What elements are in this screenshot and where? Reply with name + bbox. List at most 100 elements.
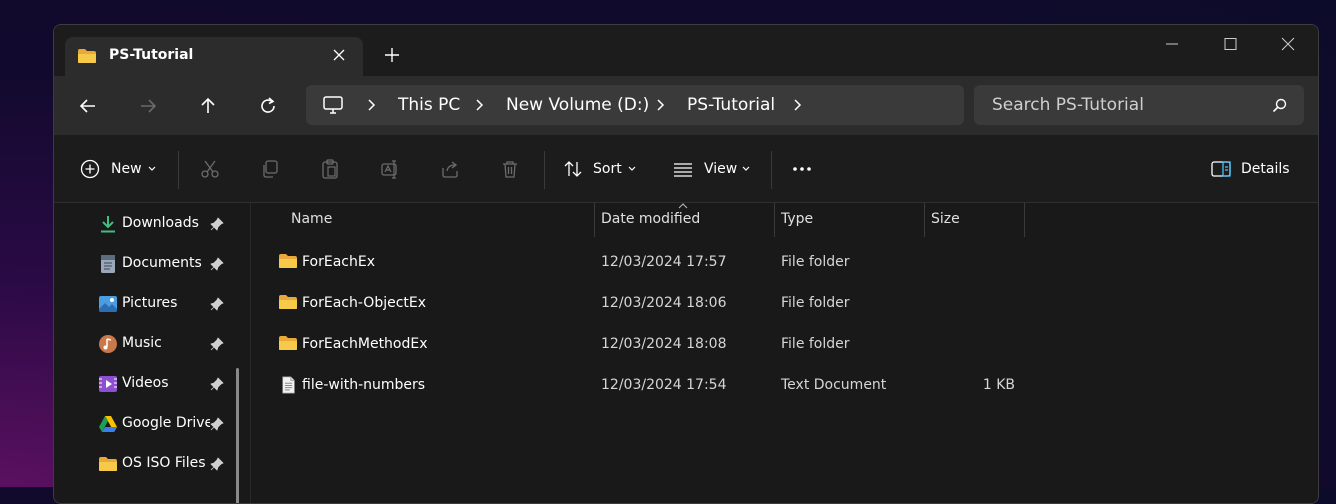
file-date: 12/03/2024 17:54: [601, 377, 727, 393]
toolbar-divider: [544, 151, 545, 189]
view-button[interactable]: View: [704, 161, 737, 177]
column-header-name[interactable]: Name: [291, 211, 332, 227]
pin-icon[interactable]: [210, 217, 224, 231]
sidebar-scrollbar[interactable]: [236, 368, 239, 503]
sidebar-item-label: OS ISO Files: [122, 455, 206, 471]
file-row[interactable]: file-with-numbers 12/03/2024 17:54 Text …: [268, 366, 1028, 404]
more-options-icon[interactable]: [792, 159, 812, 179]
tab-title: PS-Tutorial: [109, 47, 194, 63]
file-type: File folder: [781, 295, 850, 311]
column-divider[interactable]: [594, 203, 595, 237]
breadcrumb-this-pc[interactable]: This PC: [398, 95, 460, 115]
sidebar-item-label: Google Drive: [122, 415, 210, 431]
column-header-type[interactable]: Type: [781, 211, 813, 227]
maximize-icon[interactable]: [1222, 37, 1238, 51]
column-divider[interactable]: [924, 203, 925, 237]
pin-icon[interactable]: [210, 377, 224, 391]
toolbar-divider: [178, 151, 179, 189]
sidebar-item-google-drive[interactable]: Google Drive: [98, 409, 248, 439]
download-icon: [101, 216, 115, 233]
new-tab-icon[interactable]: [384, 47, 400, 63]
pin-icon[interactable]: [210, 337, 224, 351]
sort-icon[interactable]: [563, 159, 583, 179]
column-divider[interactable]: [774, 203, 775, 237]
toolbar-divider: [771, 151, 772, 189]
monitor-icon: [323, 96, 343, 114]
chevron-down-icon[interactable]: [628, 166, 636, 172]
sidebar-item-label: Videos: [122, 375, 169, 391]
breadcrumb-ps-tutorial[interactable]: PS-Tutorial: [687, 95, 775, 115]
sidebar-item-documents[interactable]: Documents: [98, 249, 248, 279]
folder-icon: [279, 336, 297, 350]
sidebar-item-pictures[interactable]: Pictures: [98, 289, 248, 319]
address-bar[interactable]: This PC New Volume (D:) PS-Tutorial: [306, 85, 964, 125]
search-box[interactable]: Search PS-Tutorial: [974, 85, 1304, 125]
search-input[interactable]: Search PS-Tutorial: [992, 95, 1144, 115]
delete-icon[interactable]: [500, 159, 520, 179]
file-name: ForEachMethodEx: [302, 336, 428, 352]
folder-icon: [279, 295, 297, 309]
file-date: 12/03/2024 17:57: [601, 254, 727, 270]
sidebar-item-label: Pictures: [122, 295, 178, 311]
folder-icon: [279, 254, 297, 268]
close-icon[interactable]: [331, 47, 347, 63]
sidebar-item-downloads[interactable]: Downloads: [98, 209, 248, 239]
pin-icon[interactable]: [210, 257, 224, 271]
file-type: Text Document: [781, 377, 887, 393]
sidebar-item-videos[interactable]: Videos: [98, 369, 248, 399]
videos-icon: [99, 376, 117, 392]
navigation-bar: This PC New Volume (D:) PS-Tutorial Sear…: [54, 76, 1318, 135]
column-divider[interactable]: [1024, 203, 1025, 237]
file-row[interactable]: ForEachMethodEx 12/03/2024 18:08 File fo…: [268, 325, 1028, 363]
tab-bar: PS-Tutorial: [54, 25, 1318, 76]
copy-icon[interactable]: [260, 159, 280, 179]
close-window-icon[interactable]: [1280, 37, 1296, 51]
pin-icon[interactable]: [210, 457, 224, 471]
file-row[interactable]: ForEachEx 12/03/2024 17:57 File folder: [268, 243, 1028, 281]
sidebar-item-label: Documents: [122, 255, 202, 271]
sort-ascending-icon: [678, 203, 688, 209]
new-plus-icon[interactable]: [80, 159, 100, 179]
chevron-right-icon[interactable]: [792, 98, 802, 112]
chevron-down-icon[interactable]: [742, 166, 750, 172]
search-icon: [1272, 98, 1287, 113]
back-arrow-icon[interactable]: [78, 96, 98, 116]
chevron-right-icon[interactable]: [655, 98, 665, 112]
sidebar-item-os-iso-files[interactable]: OS ISO Files: [98, 449, 248, 479]
breadcrumb-new-volume[interactable]: New Volume (D:): [506, 95, 649, 115]
file-name: ForEachEx: [302, 254, 376, 270]
google-drive-icon: [99, 416, 117, 432]
details-button[interactable]: Details: [1241, 161, 1290, 177]
file-date: 12/03/2024 18:08: [601, 336, 727, 352]
pin-icon[interactable]: [210, 417, 224, 431]
paste-icon[interactable]: [320, 159, 340, 179]
file-size: 1 KB: [982, 377, 1015, 393]
up-arrow-icon[interactable]: [198, 96, 218, 116]
content-area: Downloads Documents Pictures Music Video…: [54, 203, 1318, 503]
tab-ps-tutorial[interactable]: PS-Tutorial: [65, 37, 363, 76]
rename-icon[interactable]: [380, 159, 400, 179]
column-header-size[interactable]: Size: [931, 211, 960, 227]
folder-icon: [78, 49, 96, 63]
file-row[interactable]: ForEach-ObjectEx 12/03/2024 18:06 File f…: [268, 284, 1028, 322]
sidebar-item-music[interactable]: Music: [98, 329, 248, 359]
folder-icon: [99, 457, 117, 471]
share-icon[interactable]: [440, 159, 460, 179]
cut-icon[interactable]: [200, 159, 220, 179]
details-pane-icon[interactable]: [1211, 159, 1231, 179]
column-header-date[interactable]: Date modified: [601, 211, 700, 227]
pin-icon[interactable]: [210, 297, 224, 311]
command-bar: New Sort View Details: [54, 135, 1318, 203]
sort-button[interactable]: Sort: [593, 161, 622, 177]
new-button[interactable]: New: [111, 161, 142, 177]
chevron-right-icon[interactable]: [474, 98, 484, 112]
sidebar-item-label: Music: [122, 335, 162, 351]
refresh-icon[interactable]: [258, 96, 278, 116]
chevron-down-icon[interactable]: [148, 166, 156, 172]
view-icon[interactable]: [673, 159, 693, 179]
minimize-icon[interactable]: [1164, 37, 1180, 51]
chevron-right-icon[interactable]: [366, 98, 376, 112]
text-file-icon: [282, 376, 295, 394]
forward-arrow-icon[interactable]: [138, 96, 158, 116]
file-date: 12/03/2024 18:06: [601, 295, 727, 311]
